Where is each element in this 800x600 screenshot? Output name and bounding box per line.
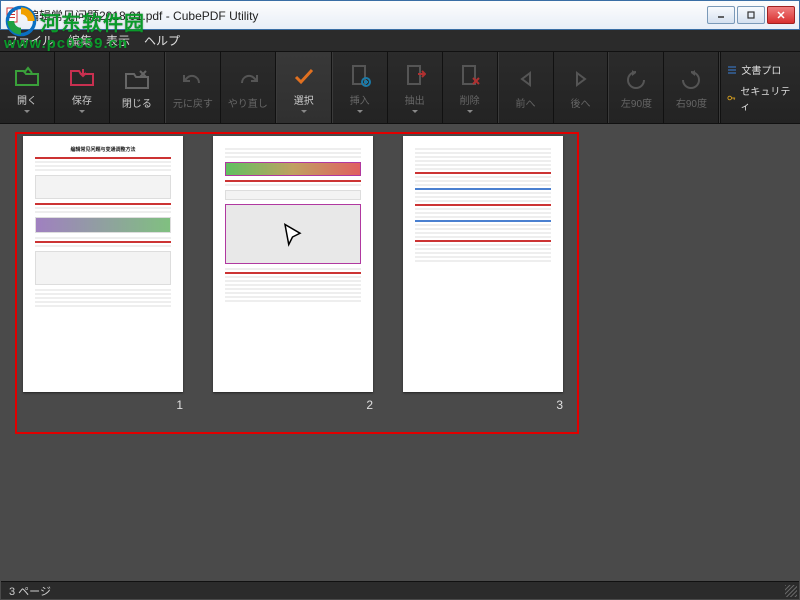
menu-view[interactable]: 表示 xyxy=(106,32,130,49)
close-file-icon xyxy=(124,68,150,90)
close-file-label: 閉じる xyxy=(122,95,152,110)
status-text: 3 ページ xyxy=(9,583,51,599)
insert-label: 挿入 xyxy=(350,92,370,107)
undo-icon xyxy=(181,69,205,89)
menu-edit[interactable]: 編集 xyxy=(68,32,92,49)
menu-help[interactable]: ヘルプ xyxy=(144,32,180,49)
dropdown-icon xyxy=(412,110,418,113)
titlebar: 编辑常见问题2018.01.pdf - CubePDF Utility xyxy=(0,0,800,30)
next-button[interactable]: 後へ xyxy=(554,52,609,123)
doc-properties-label: 文書プロ xyxy=(741,62,781,77)
prev-button[interactable]: 前へ xyxy=(499,52,554,123)
close-file-button[interactable]: 閉じる xyxy=(110,52,165,123)
dropdown-icon xyxy=(301,110,307,113)
app-icon xyxy=(5,7,21,23)
extract-icon xyxy=(404,64,426,88)
cursor-icon xyxy=(280,222,310,252)
save-label: 保存 xyxy=(72,92,92,107)
page-number: 1 xyxy=(176,398,183,412)
rotate-right-icon xyxy=(679,68,703,90)
delete-button[interactable]: 削除 xyxy=(443,52,498,123)
dropdown-icon xyxy=(24,110,30,113)
undo-button[interactable]: 元に戻す xyxy=(166,52,221,123)
dropdown-icon xyxy=(467,110,473,113)
redo-label: やり直し xyxy=(228,95,268,110)
open-button[interactable]: 開く xyxy=(0,52,55,123)
redo-button[interactable]: やり直し xyxy=(221,52,276,123)
security-button[interactable]: セキュリティ xyxy=(727,83,794,113)
page-thumbnail[interactable]: 3 xyxy=(403,136,563,412)
dropdown-icon xyxy=(79,110,85,113)
rotate-left-icon xyxy=(624,68,648,90)
toolbar: 開く 保存 閉じる 元に戻す やり直し 選択 挿入 抽出 削除 前へ 後へ xyxy=(0,52,800,124)
minimize-button[interactable] xyxy=(707,6,735,24)
check-icon xyxy=(292,66,316,86)
delete-icon xyxy=(459,64,481,88)
delete-label: 削除 xyxy=(460,92,480,107)
select-label: 選択 xyxy=(294,92,314,107)
key-icon xyxy=(727,93,736,103)
thumbnail-area[interactable]: 编辑常见问题与变通调整方法 1 2 xyxy=(1,124,799,580)
security-label: セキュリティ xyxy=(740,83,794,113)
resize-grip-icon[interactable] xyxy=(785,585,797,597)
redo-icon xyxy=(236,69,260,89)
dropdown-icon xyxy=(357,110,363,113)
doc-properties-button[interactable]: 文書プロ xyxy=(727,62,794,77)
arrow-right-icon xyxy=(569,69,593,89)
folder-open-icon xyxy=(14,65,40,87)
prev-label: 前へ xyxy=(516,95,536,110)
next-label: 後へ xyxy=(571,95,591,110)
page-thumbnail[interactable]: 编辑常见问题与变通调整方法 1 xyxy=(23,136,183,412)
save-button[interactable]: 保存 xyxy=(55,52,110,123)
save-icon xyxy=(69,65,95,87)
maximize-button[interactable] xyxy=(737,6,765,24)
select-button[interactable]: 選択 xyxy=(277,52,332,123)
rotate-left-button[interactable]: 左90度 xyxy=(609,52,664,123)
menubar: ファイル 編集 表示 ヘルプ xyxy=(0,30,800,52)
list-icon xyxy=(727,65,737,75)
page-thumbnail[interactable]: 2 xyxy=(213,136,373,412)
extract-button[interactable]: 抽出 xyxy=(388,52,443,123)
rotate-right-label: 右90度 xyxy=(676,95,707,110)
arrow-left-icon xyxy=(514,69,538,89)
insert-button[interactable]: 挿入 xyxy=(333,52,388,123)
statusbar: 3 ページ xyxy=(1,581,799,599)
page-number: 2 xyxy=(366,398,373,412)
insert-icon xyxy=(349,64,371,88)
rotate-left-label: 左90度 xyxy=(621,95,652,110)
undo-label: 元に戻す xyxy=(173,95,213,110)
close-button[interactable] xyxy=(767,6,795,24)
extract-label: 抽出 xyxy=(405,92,425,107)
open-label: 開く xyxy=(17,92,37,107)
page-number: 3 xyxy=(556,398,563,412)
window-title: 编辑常见问题2018.01.pdf - CubePDF Utility xyxy=(27,7,707,24)
rotate-right-button[interactable]: 右90度 xyxy=(664,52,719,123)
menu-file[interactable]: ファイル xyxy=(6,32,54,49)
